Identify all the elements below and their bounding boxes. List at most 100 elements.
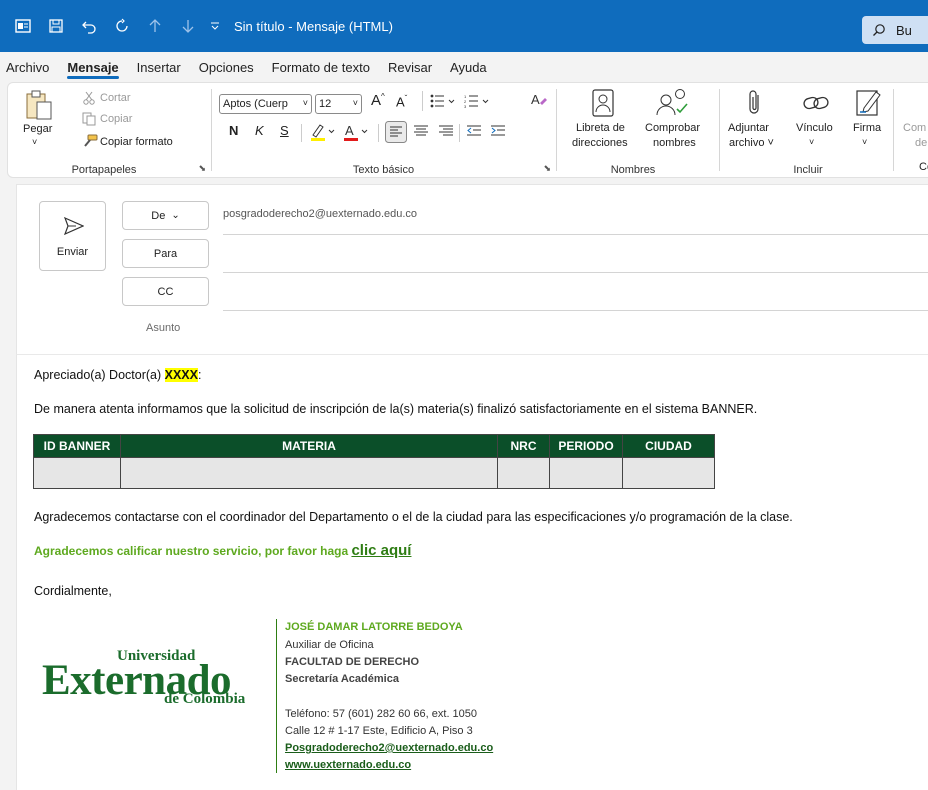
cc-field-input[interactable] [223,310,928,311]
highlight-color-icon[interactable] [310,122,338,147]
table-cell[interactable] [497,457,550,489]
clear-formatting-icon[interactable]: A [530,91,548,114]
ribbon-divider [422,91,423,111]
table-row [33,457,715,489]
table-cell[interactable] [120,457,498,489]
customize-toolbar-icon[interactable] [204,0,226,52]
tab-mensaje[interactable]: Mensaje [58,52,127,82]
increase-indent-icon[interactable] [490,124,506,143]
subject-input[interactable] [223,316,928,340]
clipboard-launcher-icon[interactable]: ⬊ [198,163,206,174]
font-color-icon[interactable]: A [343,122,371,147]
address-book-icon[interactable] [592,89,614,122]
link-button[interactable]: Vínculo [796,122,833,134]
tab-archivo[interactable]: Archivo [0,52,58,82]
cc-button[interactable]: CC [122,277,209,306]
chevron-down-icon: ⌄ [171,210,180,221]
cc-label: CC [157,285,174,298]
signature-button[interactable]: Firma [853,122,881,134]
send-button[interactable]: Enviar [39,201,106,271]
to-field-input[interactable] [223,272,928,273]
numbering-icon[interactable]: 123 [464,94,490,113]
italic-button[interactable]: K [255,123,264,138]
link-icon[interactable] [802,92,830,119]
clipboard-group-label: Portapapeles [71,164,137,176]
bullets-icon[interactable] [430,94,456,113]
paste-label[interactable]: Pegar [23,123,52,135]
table-cell[interactable] [622,457,715,489]
next-group-text1[interactable]: Com [903,122,926,134]
names-group-label: Nombres [610,164,656,176]
grow-font-icon[interactable]: A^ [371,92,385,109]
tab-formato-de-texto[interactable]: Formato de texto [263,52,379,82]
decrease-indent-icon[interactable] [466,124,482,143]
svg-text:3: 3 [464,104,467,108]
search-box[interactable]: Bu [862,16,928,44]
link-dropdown-icon[interactable]: ˅ [809,137,814,147]
signature-web-link[interactable]: www.uexternado.edu.co [285,759,411,771]
align-center-icon[interactable] [413,124,429,143]
attach-file-line1[interactable]: Adjuntar [728,122,769,134]
arrow-up-icon[interactable] [138,0,171,52]
to-label: Para [153,247,178,260]
address-book-line1[interactable]: Libreta de [576,122,625,134]
from-button[interactable]: De ⌄ [122,201,209,230]
tab-insertar[interactable]: Insertar [128,52,190,82]
greeting-name: XXXX [164,368,198,382]
next-group-text2[interactable]: de [915,137,927,149]
chevron-down-icon: ˅ [352,98,358,108]
undo-icon[interactable] [72,0,105,52]
align-right-icon[interactable] [438,124,454,143]
signature-email-link[interactable]: Posgradoderecho2@uexternado.edu.co [285,742,493,754]
cut-button[interactable]: Cortar [100,92,131,104]
paste-dropdown-icon[interactable]: ˅ [32,137,37,147]
format-painter-icon [82,134,98,153]
table-cell[interactable] [33,457,121,489]
underline-button[interactable]: S [280,123,289,138]
from-address[interactable]: posgradoderecho2@uexternado.edu.co [223,208,417,220]
tab-opciones[interactable]: Opciones [190,52,263,82]
basic-text-launcher-icon[interactable]: ⬊ [543,163,551,174]
format-painter-button[interactable]: Copiar formato [100,136,173,148]
rating-text: Agradecemos calificar nuestro servicio, … [34,544,352,558]
to-button[interactable]: Para [122,239,209,268]
svg-text:A: A [345,123,354,138]
check-names-line2[interactable]: nombres [653,137,696,149]
outlook-app-icon[interactable] [6,0,39,52]
tab-revisar[interactable]: Revisar [379,52,441,82]
rating-link[interactable]: clic aquí [351,542,411,559]
arrow-down-icon[interactable] [171,0,204,52]
font-size-combo[interactable]: 12 ˅ [315,94,362,114]
signature-icon[interactable] [856,88,882,121]
svg-text:A: A [531,92,540,107]
greeting-suffix: : [197,368,202,382]
redo-icon[interactable] [105,0,138,52]
table-cell[interactable] [549,457,623,489]
copy-button[interactable]: Copiar [100,113,132,125]
shrink-font-icon[interactable]: Aˇ [396,94,407,109]
check-names-icon[interactable] [655,87,689,122]
paragraph-2: Agradecemos contactarse con el coordinad… [34,510,793,524]
logo-text-bottom: de Colombia [164,691,246,707]
attach-file-icon[interactable] [748,89,762,122]
bold-button[interactable]: N [229,123,238,138]
font-name-combo[interactable]: Aptos (Cuerp ˅ [219,94,312,114]
search-icon [873,24,885,36]
attach-file-line2[interactable]: archivo ˅ [729,137,774,149]
align-left-icon[interactable] [385,121,407,148]
table-header: ID BANNER [33,434,121,458]
closing: Cordialmente, [34,584,112,598]
address-book-line2[interactable]: direcciones [572,137,628,149]
send-label: Enviar [56,246,89,258]
tab-ayuda[interactable]: Ayuda [441,52,496,82]
include-group: Adjuntar archivo ˅ Vínculo ˅ Firma ˅ Inc… [720,83,896,179]
enrollment-table: ID BANNER MATERIA NRC PERIODO CIUDAD [33,434,715,489]
paste-icon[interactable] [23,89,53,126]
table-header: MATERIA [120,434,498,458]
check-names-line1[interactable]: Comprobar [645,122,700,134]
save-icon[interactable] [39,0,72,52]
menu-bar: Archivo Mensaje Insertar Opciones Format… [0,52,928,82]
signature-dropdown-icon[interactable]: ˅ [862,137,867,147]
table-header: NRC [497,434,550,458]
rating-line: Agradecemos calificar nuestro servicio, … [34,542,411,559]
